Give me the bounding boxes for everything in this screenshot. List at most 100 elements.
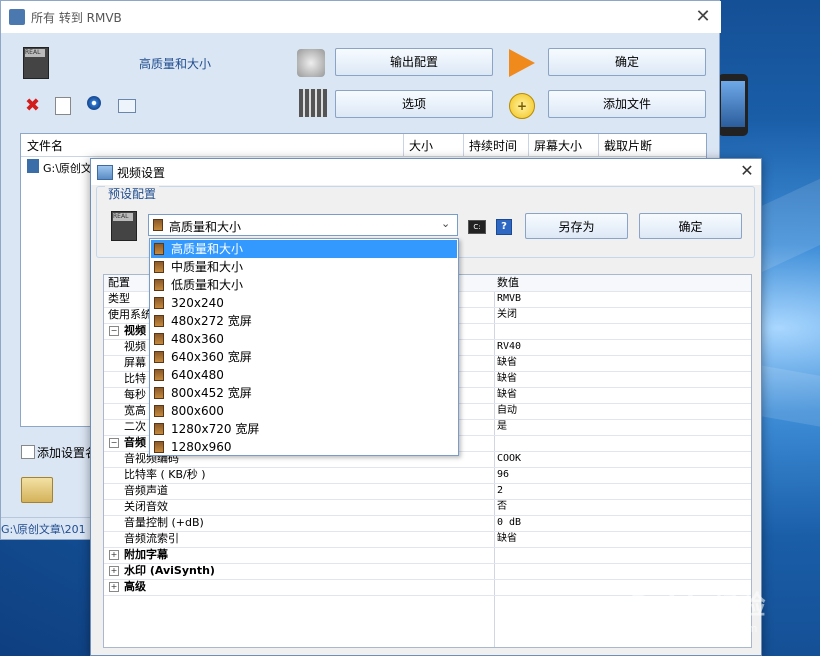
grid-row-value: 缺省 (497, 357, 517, 368)
file-list-header: 文件名 大小 持续时间 屏幕大小 截取片断 (21, 134, 706, 157)
dropdown-option-label: 640x480 (171, 368, 224, 382)
preset-group-label: 预设配置 (105, 185, 160, 202)
grid-row-key: 二次 (124, 420, 146, 433)
dropdown-option-label: 1280x960 (171, 440, 232, 454)
add-setting-label: 添加设置名 (37, 446, 98, 460)
dropdown-option[interactable]: 640x480 (151, 366, 457, 384)
realmedia-icon: REAL (23, 47, 49, 79)
add-icon: + (509, 93, 535, 119)
grid-row-key: 类型 (108, 292, 130, 305)
grid-row-key: 音频流索引 (124, 532, 179, 545)
expand-icon[interactable]: + (109, 550, 119, 560)
dialog-title-bar: 视频设置 ✕ (91, 159, 761, 185)
column-divider (463, 134, 464, 156)
dialog-title: 视频设置 (117, 166, 166, 180)
column-header[interactable]: 文件名 (27, 137, 63, 154)
close-icon[interactable]: ✕ (691, 5, 715, 29)
arrow-right-icon (509, 49, 535, 77)
output-config-button[interactable]: 输出配置 (335, 48, 493, 76)
dropdown-option[interactable]: 480x272 宽屏 (151, 312, 457, 330)
grid-row-value: 缺省 (497, 373, 517, 384)
preset-combo[interactable]: 高质量和大小 ⌄ (148, 214, 458, 236)
dropdown-option-label: 480x360 (171, 332, 224, 346)
column-header[interactable]: 大小 (409, 137, 433, 154)
dropdown-option[interactable]: 高质量和大小 (151, 240, 457, 258)
folder-icon[interactable] (21, 477, 53, 503)
grid-row-key: 附加字幕 (124, 548, 168, 561)
table-row[interactable]: G:\原创文 (43, 160, 92, 176)
grid-row-key: 屏幕 (124, 356, 146, 369)
grid-row[interactable]: 关闭音效 否 (104, 499, 751, 516)
film-icon (154, 369, 164, 381)
dropdown-option[interactable]: 低质量和大小 (151, 276, 457, 294)
grid-row-key: 音频 (124, 436, 146, 449)
play-icon[interactable] (87, 96, 101, 110)
dropdown-option-label: 320x240 (171, 296, 224, 310)
grid-row-key: 音量控制 (+dB) (124, 516, 204, 529)
column-header[interactable]: 屏幕大小 (534, 137, 582, 154)
dropdown-option-label: 800x600 (171, 404, 224, 418)
dropdown-option[interactable]: 640x360 宽屏 (151, 348, 457, 366)
info-icon[interactable] (118, 99, 136, 113)
terminal-icon[interactable]: C: (468, 220, 486, 234)
preset-dropdown-list[interactable]: 高质量和大小 中质量和大小低质量和大小 320x240 480x272 宽屏 480x3… (149, 238, 459, 456)
app-icon (9, 9, 25, 25)
column-header[interactable]: 持续时间 (469, 137, 517, 154)
add-setting-checkbox[interactable] (21, 445, 35, 459)
status-path: G:\原创文章\201 (1, 523, 86, 536)
grid-row[interactable]: 音频流索引 缺省 (104, 531, 751, 548)
options-button[interactable]: 选项 (335, 90, 493, 118)
expand-icon[interactable]: + (109, 582, 119, 592)
grid-row-value: 自动 (497, 405, 517, 416)
file-icon (27, 159, 39, 173)
dropdown-option[interactable]: 800x452 宽屏 (151, 384, 457, 402)
dropdown-option[interactable]: 320x240 (151, 294, 457, 312)
film-cut-icon (299, 89, 327, 117)
grid-group-row[interactable]: + 水印 (AviSynth) (104, 563, 751, 580)
grid-group-row[interactable]: + 附加字幕 (104, 547, 751, 564)
phone-image (718, 74, 748, 136)
grid-row-key: 比特 (124, 372, 146, 385)
add-file-button[interactable]: 添加文件 (548, 90, 706, 118)
film-icon (154, 351, 164, 363)
grid-row-key: 宽高 (124, 404, 146, 417)
main-ok-button[interactable]: 确定 (548, 48, 706, 76)
grid-row[interactable]: 音量控制 (+dB) 0 dB (104, 515, 751, 532)
column-divider (598, 134, 599, 156)
close-icon[interactable]: ✕ (737, 161, 757, 181)
dialog-ok-button[interactable]: 确定 (639, 213, 742, 239)
film-icon (154, 279, 164, 291)
expand-icon[interactable]: + (109, 566, 119, 576)
column-divider (403, 134, 404, 156)
delete-icon[interactable]: ✖ (25, 95, 40, 116)
dropdown-option[interactable]: 1280x720 宽屏 (151, 420, 457, 438)
dropdown-option[interactable]: 800x600 (151, 402, 457, 420)
grid-row-value: 96 (497, 469, 510, 480)
grid-row-value: 缺省 (497, 389, 517, 400)
help-icon[interactable]: ? (496, 219, 512, 235)
grid-row-value: 否 (497, 501, 507, 512)
clear-list-icon[interactable] (55, 97, 71, 115)
grid-row-key: 每秒 (124, 388, 146, 401)
dropdown-option[interactable]: 中质量和大小 (151, 258, 457, 276)
film-icon (154, 315, 164, 327)
grid-row[interactable]: 音频声道 2 (104, 483, 751, 500)
film-icon (154, 405, 164, 417)
column-header[interactable]: 截取片断 (604, 137, 652, 154)
collapse-icon[interactable]: − (109, 438, 119, 448)
grid-row-key: 使用系统 (108, 308, 152, 321)
film-icon (154, 441, 164, 453)
dropdown-option[interactable]: 480x360 (151, 330, 457, 348)
chevron-down-icon[interactable]: ⌄ (441, 217, 450, 230)
film-icon (154, 333, 164, 345)
grid-row-key: 视频 (124, 340, 146, 353)
realmedia-icon: REAL (111, 211, 137, 241)
grid-row-key: 关闭音效 (124, 500, 168, 513)
watermark-url: jingyan.baidu.com (656, 622, 758, 635)
save-as-button[interactable]: 另存为 (525, 213, 628, 239)
main-title-bar: 所有 转到 RMVB ✕ (1, 1, 721, 33)
grid-row[interactable]: 比特率 ( KB/秒 ) 96 (104, 467, 751, 484)
dropdown-option-label: 低质量和大小 (171, 278, 244, 292)
dropdown-option[interactable]: 1280x960 (151, 438, 457, 456)
collapse-icon[interactable]: − (109, 326, 119, 336)
